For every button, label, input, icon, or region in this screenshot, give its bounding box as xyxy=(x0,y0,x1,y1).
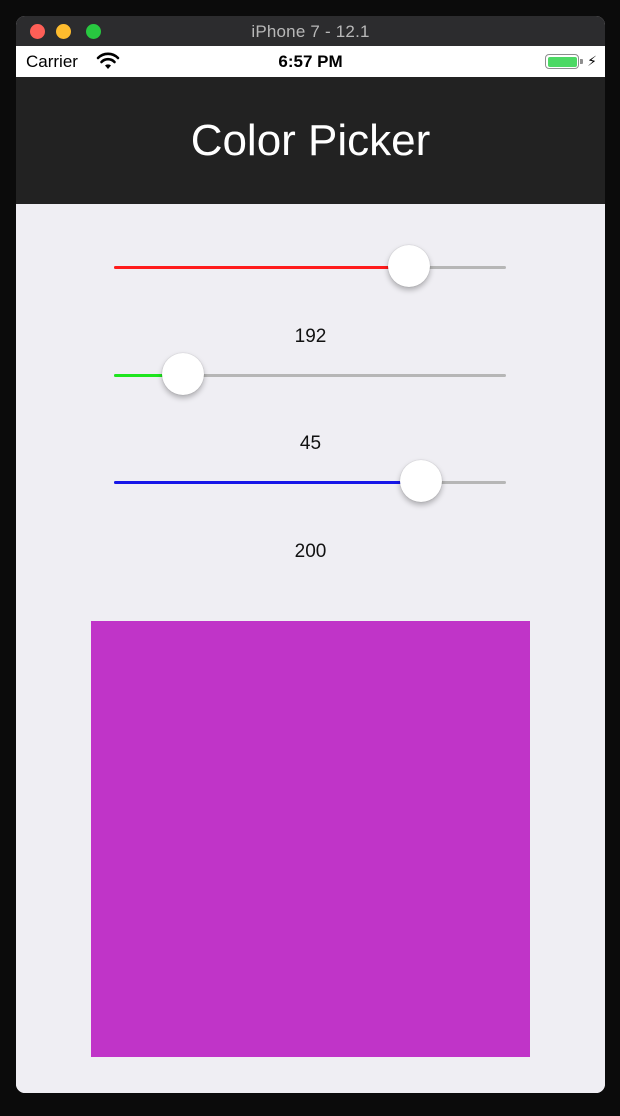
battery-icon xyxy=(545,54,579,69)
green-slider[interactable] xyxy=(114,353,506,395)
charging-bolt-icon: ⚡ xyxy=(587,53,597,69)
color-picker-content: 192 45 200 xyxy=(16,204,605,1093)
blue-slider-fill xyxy=(114,481,422,484)
color-preview-swatch xyxy=(91,621,530,1057)
navigation-bar: Color Picker xyxy=(16,77,605,204)
window-title: iPhone 7 - 12.1 xyxy=(251,22,370,41)
window-titlebar: iPhone 7 - 12.1 xyxy=(16,16,605,47)
battery-tip xyxy=(580,59,583,64)
blue-slider[interactable] xyxy=(114,460,506,502)
red-slider-thumb[interactable] xyxy=(388,245,431,287)
red-slider[interactable] xyxy=(114,245,506,287)
status-bar: Carrier 6:57 PM ⚡ xyxy=(16,46,605,77)
red-value-label: 192 xyxy=(294,326,327,347)
blue-slider-thumb[interactable] xyxy=(400,460,443,502)
page-title: Color Picker xyxy=(190,116,431,165)
battery-level xyxy=(547,56,577,67)
green-slider-thumb[interactable] xyxy=(162,353,205,395)
simulator-window: iPhone 7 - 12.1 Carrier 6:57 PM ⚡ Color … xyxy=(16,16,605,1093)
red-slider-fill xyxy=(114,266,410,269)
green-value-label: 45 xyxy=(299,433,322,454)
blue-value-label: 200 xyxy=(294,541,327,562)
status-time: 6:57 PM xyxy=(278,52,343,71)
